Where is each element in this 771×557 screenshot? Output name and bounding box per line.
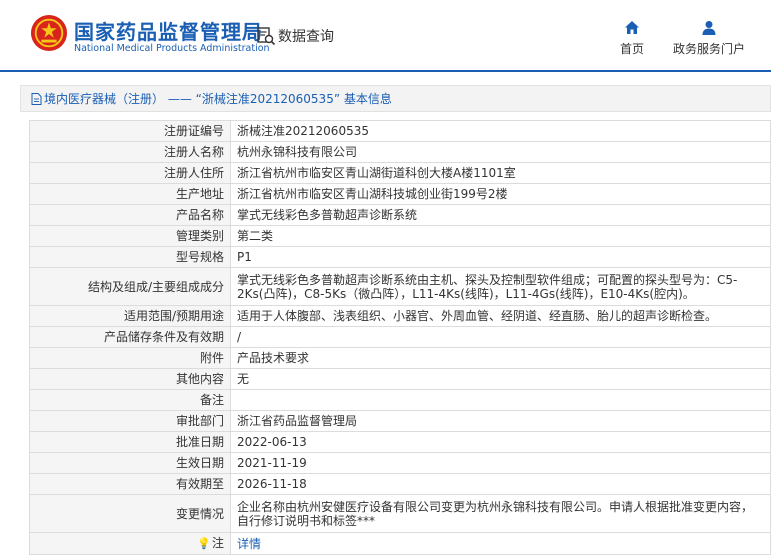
row-label: 附件	[29, 347, 231, 369]
row-label: 有效期至	[29, 473, 231, 495]
row-label: 审批部门	[29, 410, 231, 432]
table-row: 管理类别 第二类	[29, 225, 771, 247]
table-row: 产品名称 掌式无线彩色多普勒超声诊断系统	[29, 204, 771, 226]
breadcrumb-text: 境内医疗器械（注册） —— “浙械注准20212060535” 基本信息	[44, 92, 392, 106]
table-row: 注册证编号 浙械注准20212060535	[29, 120, 771, 142]
data-query-link[interactable]: 数据查询	[256, 26, 334, 46]
table-row: 变更情况 企业名称由杭州安健医疗设备有限公司变更为杭州永锦科技有限公司。申请人根据…	[29, 494, 771, 533]
user-icon	[702, 21, 716, 35]
row-value: 无	[230, 368, 771, 390]
table-row: 💡注 详情	[29, 532, 771, 555]
table-row: 生产地址 浙江省杭州市临安区青山湖科技城创业街199号2楼	[29, 183, 771, 205]
home-icon	[625, 21, 639, 34]
row-label: 💡注	[29, 532, 231, 555]
nav-services[interactable]: 政务服务门户	[673, 20, 745, 57]
row-value: 掌式无线彩色多普勒超声诊断系统由主机、探头及控制型软件组成；可配置的探头型号为：…	[230, 267, 771, 306]
row-value: 适用于人体腹部、浅表组织、小器官、外周血管、经阴道、经直肠、胎儿的超声诊断检查。	[230, 305, 771, 327]
breadcrumb: 境内医疗器械（注册） —— “浙械注准20212060535” 基本信息	[20, 85, 771, 112]
nav-home-label: 首页	[620, 42, 645, 56]
row-value: 2021-11-19	[230, 452, 771, 474]
row-label: 注册证编号	[29, 120, 231, 142]
row-value	[230, 389, 771, 411]
row-label: 生产地址	[29, 183, 231, 205]
row-value: 2022-06-13	[230, 431, 771, 453]
row-label: 管理类别	[29, 225, 231, 247]
row-label: 备注	[29, 389, 231, 411]
row-value: 2026-11-18	[230, 473, 771, 495]
row-value: 产品技术要求	[230, 347, 771, 369]
row-label: 注册人住所	[29, 162, 231, 184]
table-row: 注册人住所 浙江省杭州市临安区青山湖街道科创大楼A楼1101室	[29, 162, 771, 184]
row-label: 型号规格	[29, 246, 231, 268]
table-row: 附件 产品技术要求	[29, 347, 771, 369]
row-value: 详情	[230, 532, 771, 555]
table-row: 审批部门 浙江省药品监督管理局	[29, 410, 771, 432]
table-row: 型号规格 P1	[29, 246, 771, 268]
device-detail-table: 注册证编号 浙械注准20212060535 注册人名称 杭州永锦科技有限公司 注册人…	[29, 120, 771, 555]
table-row: 适用范围/预期用途 适用于人体腹部、浅表组织、小器官、外周血管、经阴道、经直肠、胎…	[29, 305, 771, 327]
row-value: 掌式无线彩色多普勒超声诊断系统	[230, 204, 771, 226]
row-label: 适用范围/预期用途	[29, 305, 231, 327]
site-title: 国家药品监督管理局	[74, 20, 263, 44]
search-document-icon	[257, 27, 276, 46]
document-icon	[31, 92, 42, 105]
note-label: 注	[211, 536, 224, 550]
row-value: 浙江省杭州市临安区青山湖科技城创业街199号2楼	[230, 183, 771, 205]
table-row: 其他内容无	[29, 368, 771, 390]
table-row: 产品储存条件及有效期 /	[29, 326, 771, 348]
table-row: 备注	[29, 389, 771, 411]
row-label: 产品储存条件及有效期	[29, 326, 231, 348]
row-value: 浙江省杭州市临安区青山湖街道科创大楼A楼1101室	[230, 162, 771, 184]
row-label: 结构及组成/主要组成成分	[29, 267, 231, 306]
row-label: 注册人名称	[29, 141, 231, 163]
details-link[interactable]: 详情	[237, 537, 261, 551]
site-header: 国家药品监督管理局 National Medical Products Admi…	[0, 0, 771, 72]
row-value: P1	[230, 246, 771, 268]
site-subtitle: National Medical Products Administration	[74, 43, 270, 54]
row-value: 杭州永锦科技有限公司	[230, 141, 771, 163]
row-value: /	[230, 326, 771, 348]
row-value: 企业名称由杭州安健医疗设备有限公司变更为杭州永锦科技有限公司。申请人根据批准变更…	[230, 494, 771, 533]
table-row: 有效期至 2026-11-18	[29, 473, 771, 495]
table-row: 生效日期 2021-11-19	[29, 452, 771, 474]
row-label: 其他内容	[29, 368, 231, 390]
table-row: 注册人名称 杭州永锦科技有限公司	[29, 141, 771, 163]
row-value: 第二类	[230, 225, 771, 247]
table-row: 结构及组成/主要组成成分 掌式无线彩色多普勒超声诊断系统由主机、探头及控制型软件组…	[29, 267, 771, 306]
data-query-label: 数据查询	[278, 29, 334, 45]
row-value: 浙械注准20212060535	[230, 120, 771, 142]
nav-home[interactable]: 首页	[620, 20, 644, 57]
national-emblem-icon	[30, 14, 68, 52]
lightbulb-icon: 💡	[197, 537, 211, 550]
row-label: 变更情况	[29, 494, 231, 533]
row-label: 批准日期	[29, 431, 231, 453]
row-label: 生效日期	[29, 452, 231, 474]
row-value: 浙江省药品监督管理局	[230, 410, 771, 432]
table-row: 批准日期 2022-06-13	[29, 431, 771, 453]
row-label: 产品名称	[29, 204, 231, 226]
nav-services-label: 政务服务门户	[673, 42, 746, 56]
